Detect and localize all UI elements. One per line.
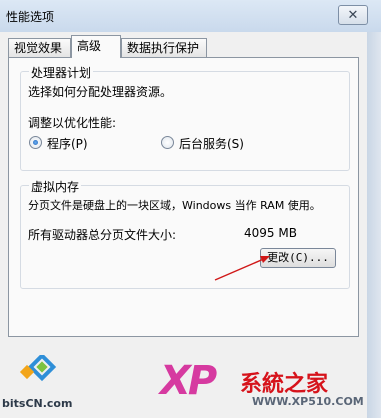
- bitscn-watermark: bitsCN.com: [2, 397, 73, 410]
- brand-watermark: 系統之家: [240, 372, 329, 397]
- xp-logo: XP: [160, 358, 217, 404]
- url-watermark: WWW.XP510.COM: [252, 395, 364, 408]
